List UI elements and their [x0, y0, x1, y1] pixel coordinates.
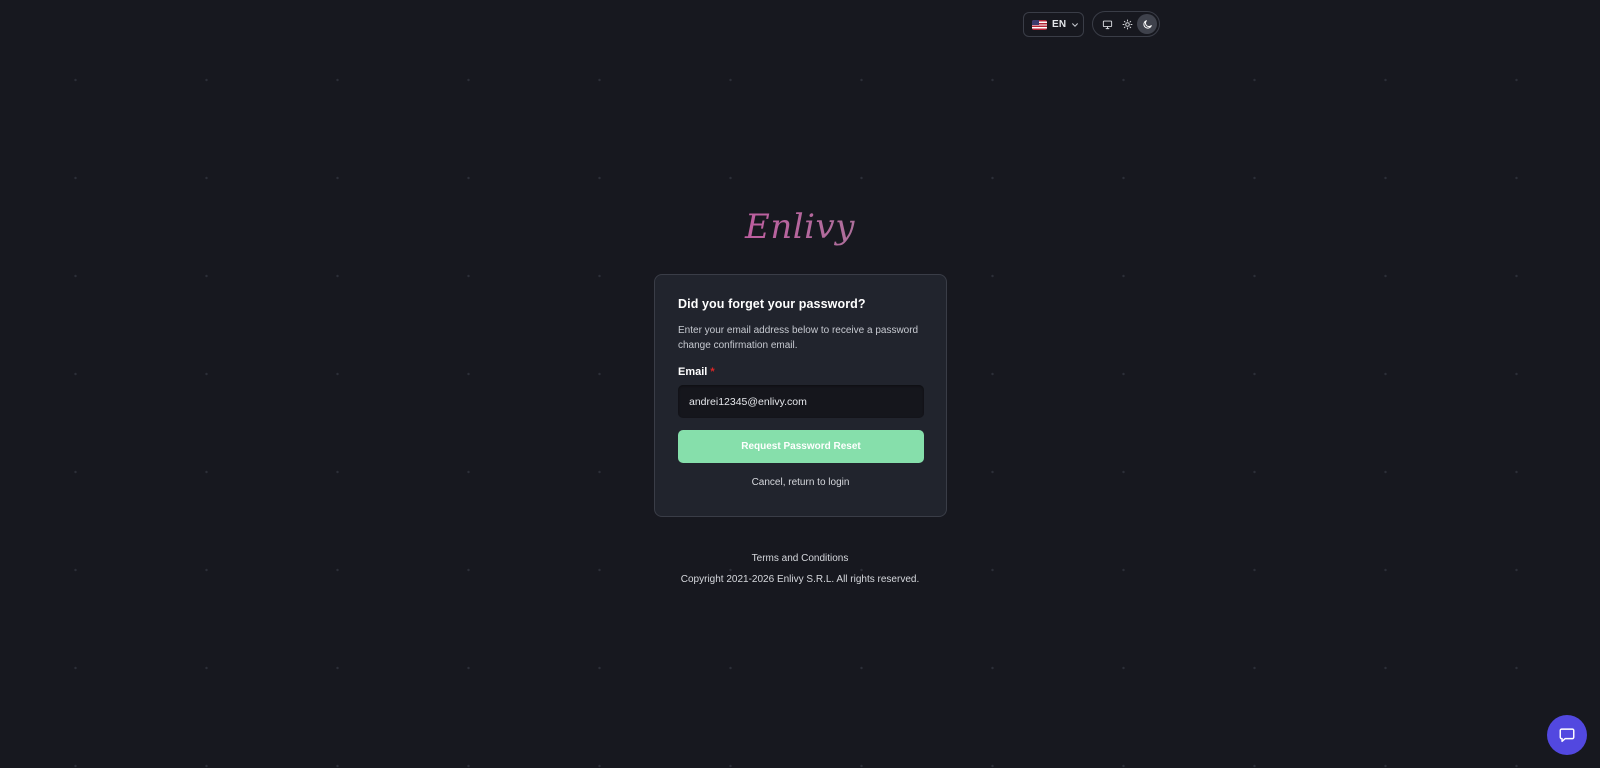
card-description: Enter your email address below to receiv… — [678, 325, 919, 351]
system-theme-button[interactable] — [1098, 14, 1118, 34]
email-label: Email * — [678, 366, 923, 378]
brand-logo: Enlivy — [0, 207, 1600, 247]
monitor-icon — [1103, 20, 1113, 29]
required-marker: * — [710, 366, 715, 378]
language-selector[interactable]: EN — [1023, 12, 1084, 37]
cancel-return-to-login-link[interactable]: Cancel, return to login — [678, 477, 923, 488]
chevron-down-icon — [1071, 20, 1079, 29]
copyright-text: Copyright 2021-2026 Enlivy S.R.L. All ri… — [680, 574, 920, 585]
email-label-text: Email — [678, 366, 708, 378]
terms-row: Terms and Conditions — [0, 553, 1600, 564]
chat-bubble-icon — [1559, 728, 1575, 743]
forgot-password-card: Did you forget your password? Enter your… — [654, 274, 947, 517]
us-flag-icon — [1032, 19, 1047, 30]
request-password-reset-button[interactable]: Request Password Reset — [678, 430, 924, 463]
card-title: Did you forget your password? — [678, 297, 866, 311]
light-theme-button[interactable] — [1118, 14, 1138, 34]
email-field[interactable] — [678, 385, 924, 418]
dark-theme-button[interactable] — [1137, 14, 1158, 34]
theme-switcher — [1092, 11, 1160, 37]
moon-icon — [1143, 19, 1152, 29]
chat-support-button[interactable] — [1547, 715, 1587, 755]
terms-and-conditions-link[interactable]: Terms and Conditions — [752, 553, 849, 564]
language-code: EN — [1052, 19, 1067, 30]
sun-icon — [1122, 19, 1133, 29]
